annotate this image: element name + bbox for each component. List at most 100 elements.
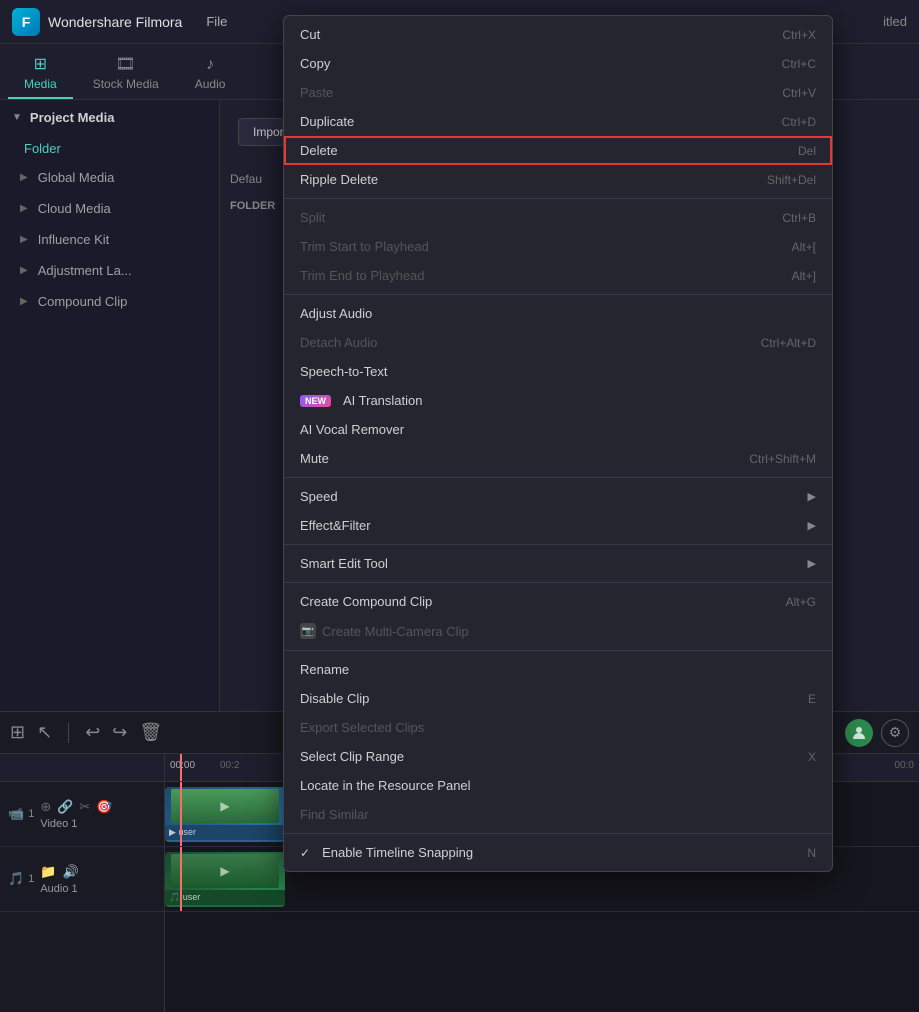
context-menu: CutCtrl+X Copy Ctrl+C PasteCtrl+VDuplicateC… — [283, 15, 833, 872]
chevron-icon: ▶ — [20, 234, 28, 245]
keyboard-shortcut: X — [808, 750, 816, 764]
video-clip[interactable]: ▶ user — [165, 787, 285, 842]
video-track-label: 📹 1 ⊕ 🔗 ✂ 🎯 Video 1 — [0, 782, 164, 847]
menu-item-right: ▶ — [808, 519, 816, 532]
sidebar-item-adjustment[interactable]: ▶ Adjustment La... — [0, 255, 219, 286]
menu-item-disable-clip[interactable]: Disable Clip E — [284, 684, 832, 713]
target-icon[interactable]: 🎯 — [96, 799, 112, 815]
menu-item-label: Adjust Audio — [300, 306, 372, 321]
undo-icon[interactable]: ↩ — [85, 722, 100, 743]
sidebar-item-influence-kit[interactable]: ▶ Influence Kit — [0, 224, 219, 255]
menu-item-label: Trim Start to Playhead — [300, 239, 429, 254]
playhead-line — [180, 782, 182, 846]
keyboard-shortcut: Ctrl+D — [782, 115, 816, 129]
menu-item-label: Detach Audio — [300, 335, 377, 350]
settings-icon[interactable]: ⚙ — [881, 719, 909, 747]
grid-icon[interactable]: ⊞ — [10, 722, 25, 743]
delete-icon[interactable]: 🗑 — [139, 722, 162, 743]
keyboard-shortcut: E — [808, 692, 816, 706]
menu-item-label: Cut — [300, 27, 320, 42]
video-track-icons: 📹 1 — [8, 806, 34, 822]
checkmark-icon: ✓ — [300, 846, 310, 860]
menu-item-delete[interactable]: DeleteDel — [284, 136, 832, 165]
menu-item-speed[interactable]: Speed▶ — [284, 482, 832, 511]
menu-item-effect&filter[interactable]: Effect&Filter ▶ — [284, 511, 832, 540]
menu-item-adjust-audio[interactable]: Adjust Audio — [284, 299, 832, 328]
sidebar-header-label: Project Media — [30, 110, 115, 125]
add-track-icon[interactable]: ⊕ — [40, 799, 51, 815]
menu-item-mute[interactable]: MuteCtrl+Shift+M — [284, 444, 832, 473]
chevron-icon: ▶ — [20, 265, 28, 276]
menu-item-left: Mute — [300, 451, 329, 466]
menu-item-select-clip-range[interactable]: Select Clip Range X — [284, 742, 832, 771]
menu-item-label: Create Multi-Camera Clip — [322, 624, 469, 639]
keyboard-shortcut: N — [807, 846, 816, 860]
menu-separator — [284, 294, 832, 295]
menu-item-paste: PasteCtrl+V — [284, 78, 832, 107]
menu-item-create-compound-clip[interactable]: Create Compound ClipAlt+G — [284, 587, 832, 616]
tab-audio[interactable]: ♪ Audio — [179, 50, 242, 99]
cursor-icon[interactable]: ↖ — [37, 722, 52, 743]
sidebar-item-compound-clip[interactable]: ▶ Compound Clip — [0, 286, 219, 317]
menu-item-right: Ctrl+C — [782, 57, 816, 71]
new-badge: NEW — [300, 395, 331, 407]
menu-item-trim-end-to-playhead: Trim End to PlayheadAlt+] — [284, 261, 832, 290]
sidebar-item-global-media[interactable]: ▶ Global Media — [0, 162, 219, 193]
menu-item-left: Select Clip Range — [300, 749, 404, 764]
audio-track-label: 🎵 1 📁 🔊 Audio 1 — [0, 847, 164, 912]
menu-item-label: Locate in the Resource Panel — [300, 778, 471, 793]
menu-item-split: SplitCtrl+B — [284, 203, 832, 232]
menu-item-right: ▶ — [808, 557, 816, 570]
menu-item-label: Split — [300, 210, 325, 225]
menu-item-left: Create Compound Clip — [300, 594, 432, 609]
menu-item-locate-in-the-resource-panel[interactable]: Locate in the Resource Panel — [284, 771, 832, 800]
chevron-icon: ▶ — [20, 203, 28, 214]
menu-item-right: N — [807, 846, 816, 860]
menu-item-left: Copy — [300, 56, 330, 71]
redo-icon[interactable]: ↪ — [112, 722, 127, 743]
menu-item-speech-to-text[interactable]: Speech-to-Text — [284, 357, 832, 386]
sidebar-item-label: Global Media — [38, 170, 115, 185]
track-labels: 📹 1 ⊕ 🔗 ✂ 🎯 Video 1 🎵 1 — [0, 754, 165, 1012]
menu-item-label: Mute — [300, 451, 329, 466]
menu-item-label: AI Translation — [343, 393, 423, 408]
menu-item-ai-vocal-remover[interactable]: AI Vocal Remover — [284, 415, 832, 444]
menu-item-cut[interactable]: CutCtrl+X — [284, 20, 832, 49]
clip-thumbnail-inner — [171, 789, 279, 823]
cut-icon[interactable]: ✂ — [79, 799, 90, 815]
keyboard-shortcut: Ctrl+Alt+D — [761, 336, 816, 350]
menu-item-copy[interactable]: Copy Ctrl+C — [284, 49, 832, 78]
link-icon[interactable]: 🔗 — [57, 799, 73, 815]
tab-stock-media[interactable]: 🎞 Stock Media — [77, 48, 175, 99]
menu-item-enable-timeline-snapping[interactable]: ✓Enable Timeline SnappingN — [284, 838, 832, 867]
menu-item-left: Ripple Delete — [300, 172, 378, 187]
audio-volume-icon[interactable]: 🔊 — [63, 864, 79, 880]
menu-item-duplicate[interactable]: DuplicateCtrl+D — [284, 107, 832, 136]
submenu-arrow-icon: ▶ — [808, 519, 816, 532]
sidebar-header-arrow: ▼ — [12, 112, 22, 123]
audio-clip[interactable]: 🎵 user — [165, 852, 285, 907]
menu-item-left: AI Vocal Remover — [300, 422, 404, 437]
playhead-line-audio — [180, 847, 182, 911]
menu-item-smart-edit-tool[interactable]: Smart Edit Tool▶ — [284, 549, 832, 578]
sidebar-item-cloud-media[interactable]: ▶ Cloud Media — [0, 193, 219, 224]
menu-item-left: Delete — [300, 143, 338, 158]
menu-item-left: Split — [300, 210, 325, 225]
file-menu[interactable]: File — [206, 14, 227, 29]
menu-item-label: Find Similar — [300, 807, 369, 822]
menu-item-left: Effect&Filter — [300, 518, 371, 533]
menu-item-rename[interactable]: Rename — [284, 655, 832, 684]
sidebar-item-label: Compound Clip — [38, 294, 128, 309]
menu-item-left: Trim End to Playhead — [300, 268, 425, 283]
menu-item-ai-translation[interactable]: NEW AI Translation — [284, 386, 832, 415]
menu-item-right: Ctrl+V — [782, 86, 816, 100]
menu-item-label: Speech-to-Text — [300, 364, 387, 379]
audio-track-number: 1 — [28, 873, 34, 885]
sidebar-folder[interactable]: Folder — [0, 135, 219, 162]
tab-media[interactable]: ⊞ Media — [8, 48, 73, 99]
menu-item-label: Disable Clip — [300, 691, 369, 706]
audio-folder-icon[interactable]: 📁 — [40, 864, 56, 880]
menu-separator — [284, 198, 832, 199]
menu-item-ripple-delete[interactable]: Ripple DeleteShift+Del — [284, 165, 832, 194]
menu-item-label: Trim End to Playhead — [300, 268, 425, 283]
